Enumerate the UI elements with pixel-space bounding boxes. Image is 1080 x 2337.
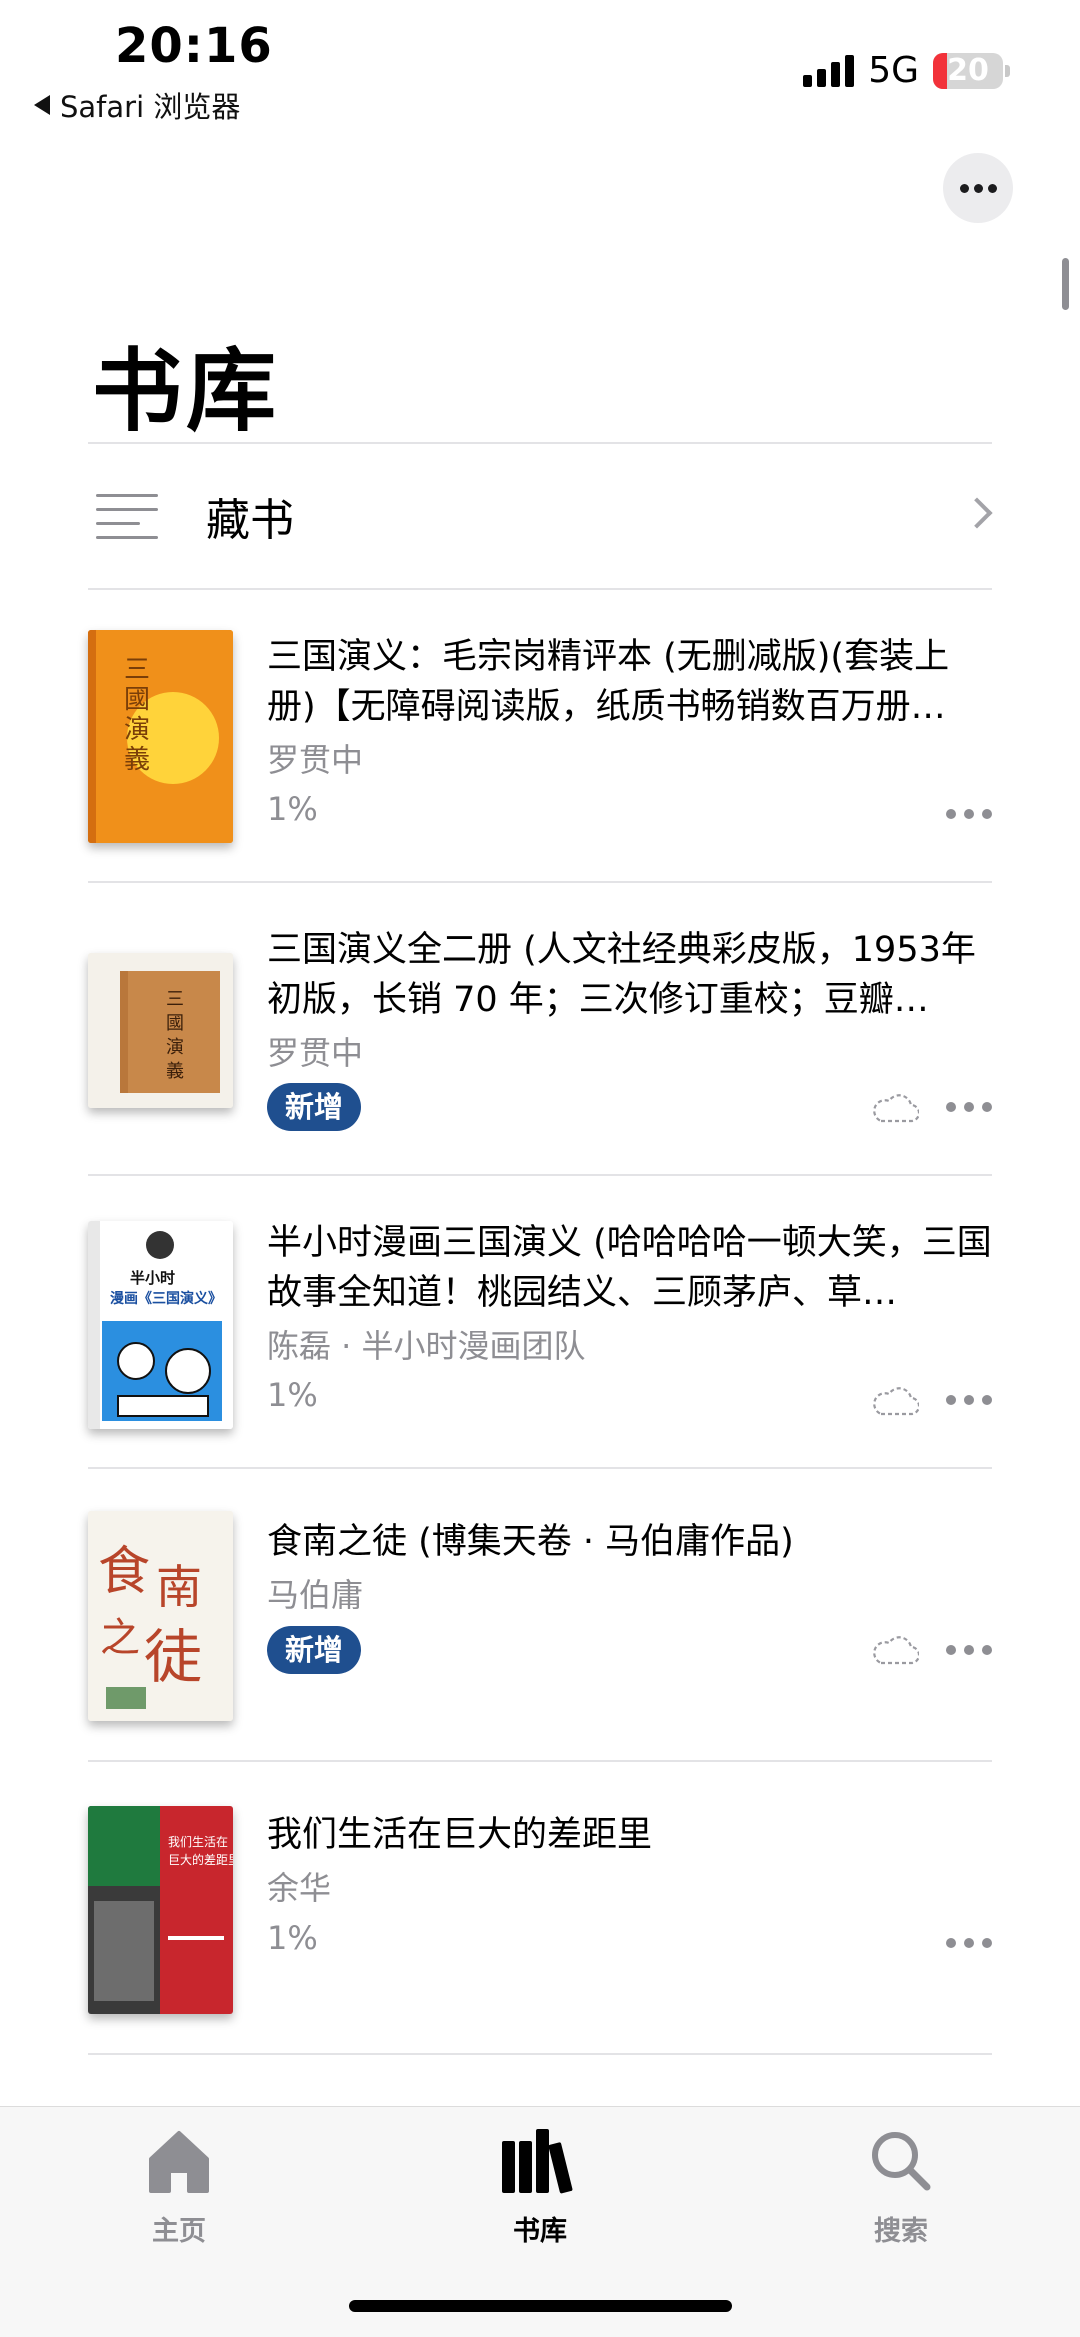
book-title: 我们生活在巨大的差距里 [267, 1815, 653, 1855]
svg-text:半小时: 半小时 [130, 1269, 175, 1287]
svg-text:南: 南 [156, 1560, 202, 1614]
svg-text:食: 食 [98, 1542, 150, 1602]
book-row[interactable]: 半小时 漫画《三国演义》 半小时漫画三国演义 (哈哈哈哈一顿大笑，三国故事全知道… [88, 1176, 992, 1469]
cloud-download-icon[interactable] [871, 1386, 919, 1416]
scroll-indicator[interactable] [1062, 258, 1069, 310]
book-author: 马伯庸 [267, 1576, 364, 1614]
tab-home-label: 主页 [152, 2216, 206, 2247]
svg-text:之: 之 [100, 1615, 140, 1661]
svg-text:義: 義 [124, 745, 150, 775]
svg-text:我们生活在: 我们生活在 [168, 1834, 228, 1849]
more-actions-button[interactable] [946, 1394, 992, 1406]
list-icon [96, 493, 158, 539]
network-type: 5G [868, 50, 919, 91]
svg-text:三: 三 [166, 989, 184, 1010]
tab-library[interactable]: 书库 [440, 2127, 640, 2248]
cloud-download-icon[interactable] [871, 1093, 919, 1123]
tab-library-label: 书库 [513, 2216, 567, 2247]
svg-text:巨大的差距里: 巨大的差距里 [168, 1852, 233, 1867]
more-actions-button[interactable] [946, 1937, 992, 1949]
back-triangle-icon [34, 95, 50, 115]
svg-text:義: 義 [166, 1061, 184, 1082]
book-title: 半小时漫画三国演义 (哈哈哈哈一顿大笑，三国故事全知道！桃园结义、三顾茅庐、草… [267, 1223, 992, 1313]
svg-text:演: 演 [124, 715, 150, 745]
book-cover: 三 國 演 義 [88, 953, 233, 1108]
new-badge: 新增 [267, 1626, 362, 1674]
book-author: 罗贯中 [267, 741, 364, 779]
cloud-download-icon[interactable] [871, 1635, 919, 1665]
battery-tip [1005, 64, 1010, 77]
book-cover: 食 南 之 徒 [88, 1511, 233, 1721]
book-progress: 1% [267, 1919, 318, 1957]
collection-label: 藏书 [206, 495, 294, 546]
status-time: 20:16 [115, 18, 273, 74]
library-icon [502, 2129, 573, 2194]
book-progress: 1% [267, 790, 318, 828]
status-indicators: 5G 20 [803, 50, 1010, 91]
tab-search[interactable]: 搜索 [801, 2127, 1001, 2248]
home-icon [149, 2131, 209, 2193]
svg-text:漫画《三国演义》: 漫画《三国演义》 [110, 1290, 222, 1307]
book-author: 余华 [267, 1869, 332, 1907]
page-title: 书库 [92, 339, 280, 444]
book-author: 罗贯中 [267, 1034, 364, 1072]
book-row[interactable]: 三 國 演 義 三国演义全二册 (人文社经典彩皮版，1953年初版，长销 70 … [88, 883, 992, 1176]
svg-text:演: 演 [166, 1037, 184, 1058]
battery-icon: 20 [933, 52, 1003, 89]
book-title: 三国演义：毛宗岗精评本 (无删减版)(套装上册)【无障碍阅读版，纸质书畅销数百万… [267, 637, 950, 727]
book-title: 三国演义全二册 (人文社经典彩皮版，1953年初版，长销 70 年；三次修订重校… [267, 930, 976, 1020]
cellular-signal-icon [803, 54, 855, 87]
more-actions-button[interactable] [946, 1644, 992, 1656]
back-to-app-link[interactable]: Safari 浏览器 [34, 84, 240, 126]
back-app-label: Safari 浏览器 [60, 90, 241, 124]
svg-text:徒: 徒 [144, 1623, 202, 1691]
book-row[interactable]: 我们生活在 巨大的差距里 我们生活在巨大的差距里 余华 1% [88, 1762, 992, 2055]
tab-home[interactable]: 主页 [79, 2127, 279, 2248]
ellipsis-icon [959, 183, 969, 193]
chevron-right-icon [961, 497, 993, 529]
book-cover: 三 國 演 義 [88, 630, 233, 843]
new-badge: 新增 [267, 1083, 362, 1131]
more-actions-button[interactable] [946, 1101, 992, 1113]
svg-text:國: 國 [166, 1013, 184, 1034]
more-options-button[interactable] [943, 153, 1013, 223]
battery-percent: 20 [947, 52, 989, 88]
svg-text:三: 三 [124, 655, 150, 685]
svg-text:國: 國 [124, 685, 150, 715]
book-author: 陈磊 · 半小时漫画团队 [267, 1327, 586, 1365]
book-title: 食南之徒 (博集天卷 · 马伯庸作品) [267, 1522, 794, 1562]
home-indicator [349, 2300, 732, 2312]
collection-row[interactable]: 藏书 [88, 444, 993, 588]
more-actions-button[interactable] [946, 808, 992, 820]
book-cover: 我们生活在 巨大的差距里 [88, 1806, 233, 2014]
book-row[interactable]: 三 國 演 義 三国演义：毛宗岗精评本 (无删减版)(套装上册)【无障碍阅读版，… [88, 590, 992, 883]
tab-search-label: 搜索 [874, 2216, 928, 2247]
book-cover: 半小时 漫画《三国演义》 [88, 1221, 233, 1429]
divider [88, 2053, 992, 2055]
book-progress: 1% [267, 1376, 318, 1414]
book-row[interactable]: 食 南 之 徒 食南之徒 (博集天卷 · 马伯庸作品) 马伯庸 新增 [88, 1469, 992, 1762]
search-icon [872, 2132, 931, 2191]
